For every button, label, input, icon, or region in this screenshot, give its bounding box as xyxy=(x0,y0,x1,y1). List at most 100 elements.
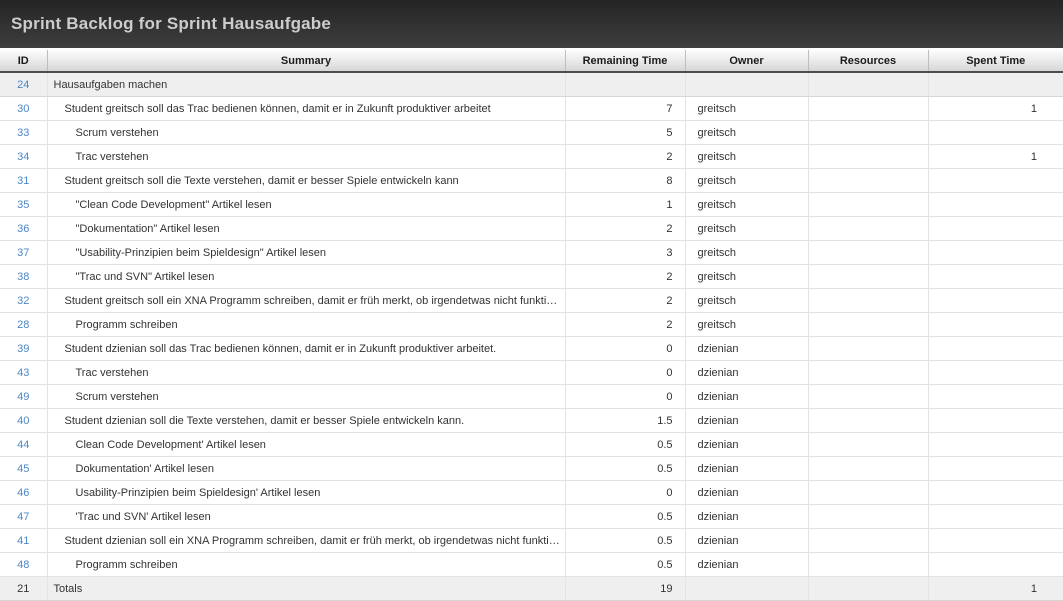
cell-resources xyxy=(808,313,928,337)
table-row: 40 Student dzienian soll die Texte verst… xyxy=(0,409,1063,433)
cell-remaining-time: 2 xyxy=(565,265,685,289)
cell-resources xyxy=(808,529,928,553)
cell-summary: "Trac und SVN" Artikel lesen xyxy=(47,265,565,289)
column-header-remaining-time: Remaining Time xyxy=(565,49,685,72)
cell-spent-time xyxy=(928,457,1063,481)
table-row: 38 "Trac und SVN" Artikel lesen 2 greits… xyxy=(0,265,1063,289)
cell-resources xyxy=(808,265,928,289)
cell-summary: Trac verstehen xyxy=(47,361,565,385)
ticket-id-link[interactable]: 37 xyxy=(17,247,29,259)
cell-owner: dzienian xyxy=(685,433,808,457)
cell-resources xyxy=(808,217,928,241)
cell-owner: greitsch xyxy=(685,217,808,241)
cell-summary: Student greitsch soll ein XNA Programm s… xyxy=(47,289,565,313)
cell-owner xyxy=(685,72,808,97)
ticket-id-link[interactable]: 36 xyxy=(17,223,29,235)
cell-summary: Clean Code Development' Artikel lesen xyxy=(47,433,565,457)
cell-remaining-time: 0.5 xyxy=(565,553,685,577)
cell-id: 30 xyxy=(0,97,47,121)
ticket-id-link[interactable]: 39 xyxy=(17,343,29,355)
cell-summary: Usability-Prinzipien beim Spieldesign' A… xyxy=(47,481,565,505)
cell-remaining-time: 7 xyxy=(565,97,685,121)
cell-resources xyxy=(808,481,928,505)
cell-summary: Hausaufgaben machen xyxy=(47,72,565,97)
cell-id: 45 xyxy=(0,457,47,481)
table-row: 33 Scrum verstehen 5 greitsch xyxy=(0,121,1063,145)
ticket-id-link[interactable]: 34 xyxy=(17,151,29,163)
table-row: 48 Programm schreiben 0.5 dzienian xyxy=(0,553,1063,577)
cell-owner xyxy=(685,577,808,601)
table-row: 31 Student greitsch soll die Texte verst… xyxy=(0,169,1063,193)
table-row: 37 "Usability-Prinzipien beim Spieldesig… xyxy=(0,241,1063,265)
cell-summary: Student greitsch soll das Trac bedienen … xyxy=(47,97,565,121)
table-row: 49 Scrum verstehen 0 dzienian xyxy=(0,385,1063,409)
cell-remaining-time: 1 xyxy=(565,193,685,217)
cell-spent-time xyxy=(928,481,1063,505)
cell-summary: Trac verstehen xyxy=(47,145,565,169)
cell-summary: Programm schreiben xyxy=(47,553,565,577)
cell-id: 28 xyxy=(0,313,47,337)
cell-owner: dzienian xyxy=(685,337,808,361)
cell-remaining-time: 1.5 xyxy=(565,409,685,433)
cell-resources xyxy=(808,553,928,577)
table-row: 45 Dokumentation' Artikel lesen 0.5 dzie… xyxy=(0,457,1063,481)
column-header-owner: Owner xyxy=(685,49,808,72)
cell-summary: Student dzienian soll ein XNA Programm s… xyxy=(47,529,565,553)
table-row: 39 Student dzienian soll das Trac bedien… xyxy=(0,337,1063,361)
cell-spent-time xyxy=(928,409,1063,433)
cell-resources xyxy=(808,457,928,481)
cell-id: 48 xyxy=(0,553,47,577)
table-row: 44 Clean Code Development' Artikel lesen… xyxy=(0,433,1063,457)
ticket-id-link[interactable]: 28 xyxy=(17,319,29,331)
column-header-id: ID xyxy=(0,49,47,72)
ticket-id-link[interactable]: 30 xyxy=(17,103,29,115)
cell-owner: greitsch xyxy=(685,265,808,289)
ticket-id-link[interactable]: 32 xyxy=(17,295,29,307)
cell-summary: Totals xyxy=(47,577,565,601)
cell-resources xyxy=(808,433,928,457)
ticket-id-link[interactable]: 38 xyxy=(17,271,29,283)
cell-summary: "Clean Code Development" Artikel lesen xyxy=(47,193,565,217)
ticket-id-link[interactable]: 33 xyxy=(17,127,29,139)
ticket-id-link[interactable]: 31 xyxy=(17,175,29,187)
cell-remaining-time: 0 xyxy=(565,361,685,385)
cell-owner: dzienian xyxy=(685,361,808,385)
ticket-id-link[interactable]: 24 xyxy=(17,79,29,91)
cell-remaining-time: 0.5 xyxy=(565,505,685,529)
cell-resources xyxy=(808,121,928,145)
ticket-id-link[interactable]: 44 xyxy=(17,439,29,451)
cell-remaining-time: 3 xyxy=(565,241,685,265)
cell-spent-time xyxy=(928,337,1063,361)
cell-id: 43 xyxy=(0,361,47,385)
ticket-id-link[interactable]: 35 xyxy=(17,199,29,211)
ticket-id-link[interactable]: 49 xyxy=(17,391,29,403)
cell-owner: greitsch xyxy=(685,121,808,145)
table-row: 30 Student greitsch soll das Trac bedien… xyxy=(0,97,1063,121)
cell-remaining-time xyxy=(565,72,685,97)
cell-resources xyxy=(808,241,928,265)
column-header-spent-time: Spent Time xyxy=(928,49,1063,72)
cell-spent-time xyxy=(928,217,1063,241)
ticket-id-link[interactable]: 43 xyxy=(17,367,29,379)
cell-owner: greitsch xyxy=(685,289,808,313)
cell-spent-time xyxy=(928,265,1063,289)
ticket-id-link[interactable]: 45 xyxy=(17,463,29,475)
cell-owner: dzienian xyxy=(685,553,808,577)
cell-id: 37 xyxy=(0,241,47,265)
cell-spent-time xyxy=(928,72,1063,97)
cell-spent-time xyxy=(928,385,1063,409)
ticket-id-link[interactable]: 48 xyxy=(17,559,29,571)
cell-id: 44 xyxy=(0,433,47,457)
ticket-id-link[interactable]: 47 xyxy=(17,511,29,523)
cell-owner: dzienian xyxy=(685,457,808,481)
table-row: 24 Hausaufgaben machen xyxy=(0,72,1063,97)
cell-summary: Student dzienian soll die Texte verstehe… xyxy=(47,409,565,433)
backlog-table-body: 24 Hausaufgaben machen 30 Student greits… xyxy=(0,72,1063,601)
cell-resources xyxy=(808,193,928,217)
ticket-id-link[interactable]: 46 xyxy=(17,487,29,499)
ticket-id-link[interactable]: 40 xyxy=(17,415,29,427)
title-bar: Sprint Backlog for Sprint Hausaufgabe xyxy=(0,0,1063,48)
ticket-id-link[interactable]: 41 xyxy=(17,535,29,547)
cell-id: 41 xyxy=(0,529,47,553)
cell-id: 21 xyxy=(0,577,47,601)
